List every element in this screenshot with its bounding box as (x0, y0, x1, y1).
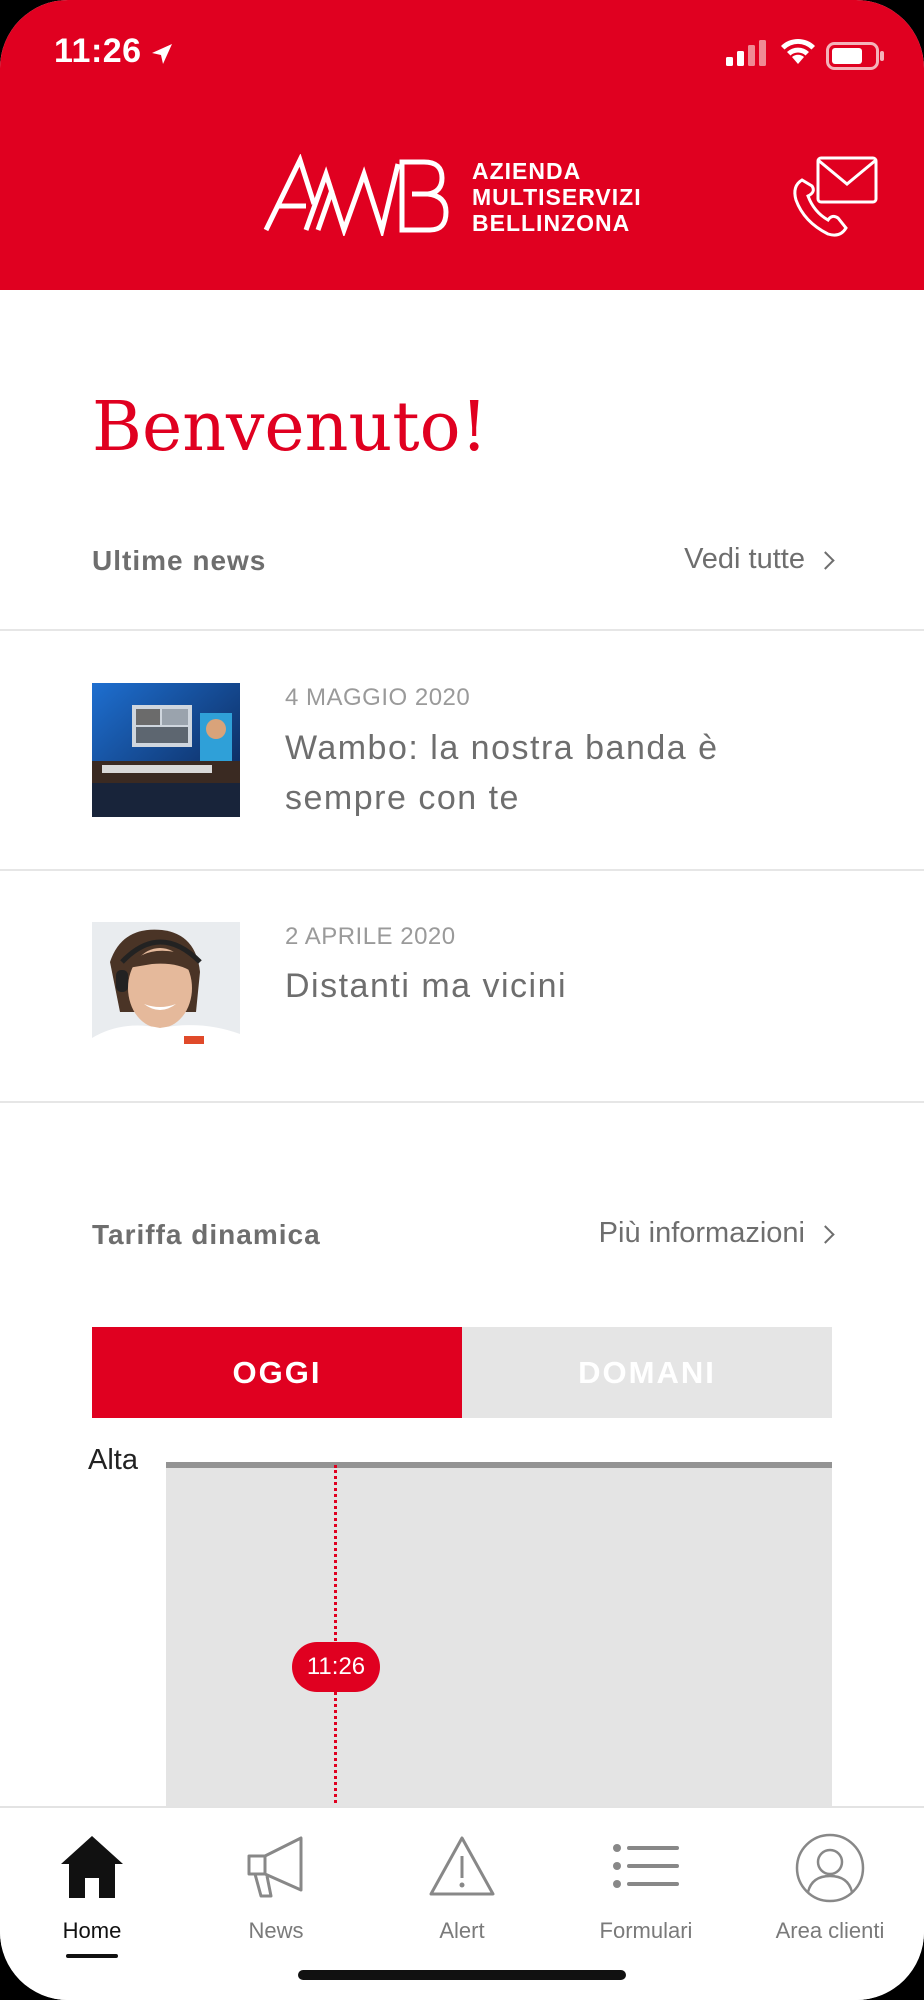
signal-icon (726, 40, 766, 66)
tariff-chart-area (166, 1462, 832, 1812)
news-title: Wambo: la nostra banda è sempre con te (285, 729, 719, 817)
welcome-title: Benvenuto! (92, 388, 488, 467)
tabbar-item-news[interactable]: News (184, 1808, 368, 1958)
see-all-news-link[interactable]: Vedi tutte (684, 543, 835, 576)
location-arrow-icon (152, 44, 172, 64)
amb-logo-icon (263, 154, 449, 236)
app-screen: 11:26 AZIENDA MULTISERVIZI BELLINZONA Be… (0, 0, 924, 2000)
tabbar-label: Area clienti (775, 1918, 885, 1943)
app-header: 11:26 AZIENDA MULTISERVIZI BELLINZONA (0, 0, 924, 290)
tabbar-item-client-area[interactable]: Area clienti (738, 1808, 922, 1958)
tabbar-label: Home (62, 1918, 122, 1943)
phone-mail-icon (793, 156, 878, 237)
tariff-section-title: Tariffa dinamica (92, 1219, 321, 1250)
see-all-news-label: Vedi tutte (684, 543, 805, 575)
chevron-right-icon (816, 1225, 835, 1244)
tariff-day-tabs: OGGI DOMANI (92, 1327, 832, 1418)
divider (0, 1101, 924, 1103)
more-info-link[interactable]: Più informazioni (598, 1217, 835, 1250)
news-section-title: Ultime news (92, 545, 267, 576)
megaphone-icon (247, 1836, 303, 1898)
chevron-right-icon (816, 551, 835, 570)
logo-line-1: AZIENDA (472, 158, 582, 184)
news-date: 2 APRILE 2020 (285, 923, 456, 950)
list-icon (613, 1844, 679, 1888)
news-title: Distanti ma vicini (285, 967, 568, 1005)
home-indicator[interactable] (298, 1970, 626, 1980)
news-thumbnail-operator (92, 922, 240, 1056)
wifi-icon (781, 38, 815, 64)
logo-line-2: MULTISERVIZI (472, 184, 642, 210)
warning-icon (429, 1836, 495, 1896)
tabbar-label: Alert (439, 1918, 485, 1943)
status-time: 11:26 (54, 32, 142, 70)
battery-icon (826, 42, 884, 70)
tariff-chart-high-line (166, 1462, 832, 1468)
tab-today[interactable]: OGGI (92, 1327, 462, 1418)
news-item[interactable]: 2 APRILE 2020 Distanti ma vicini (0, 871, 924, 1101)
tabbar-item-alert[interactable]: Alert (370, 1808, 554, 1958)
active-tab-indicator (66, 1954, 118, 1958)
tab-tomorrow[interactable]: DOMANI (462, 1327, 832, 1418)
user-icon (795, 1833, 865, 1903)
home-icon (61, 1836, 123, 1898)
contact-button[interactable] (790, 150, 880, 240)
current-time-line (334, 1465, 337, 1815)
tabbar-item-home[interactable]: Home (0, 1808, 184, 1958)
chart-y-label-high: Alta (88, 1444, 138, 1476)
logo-line-3: BELLINZONA (472, 210, 631, 236)
tabbar-item-forms[interactable]: Formulari (554, 1808, 738, 1958)
current-time-badge: 11:26 (292, 1642, 380, 1692)
news-date: 4 MAGGIO 2020 (285, 684, 471, 711)
news-thumbnail-studio (92, 683, 240, 817)
more-info-label: Più informazioni (598, 1217, 805, 1249)
tabbar-label: Formulari (599, 1918, 693, 1943)
tabbar-label: News (248, 1918, 304, 1943)
news-item[interactable]: 4 MAGGIO 2020 Wambo: la nostra banda è s… (0, 631, 924, 869)
logo-wordmark: AZIENDA MULTISERVIZI BELLINZONA (472, 158, 642, 236)
